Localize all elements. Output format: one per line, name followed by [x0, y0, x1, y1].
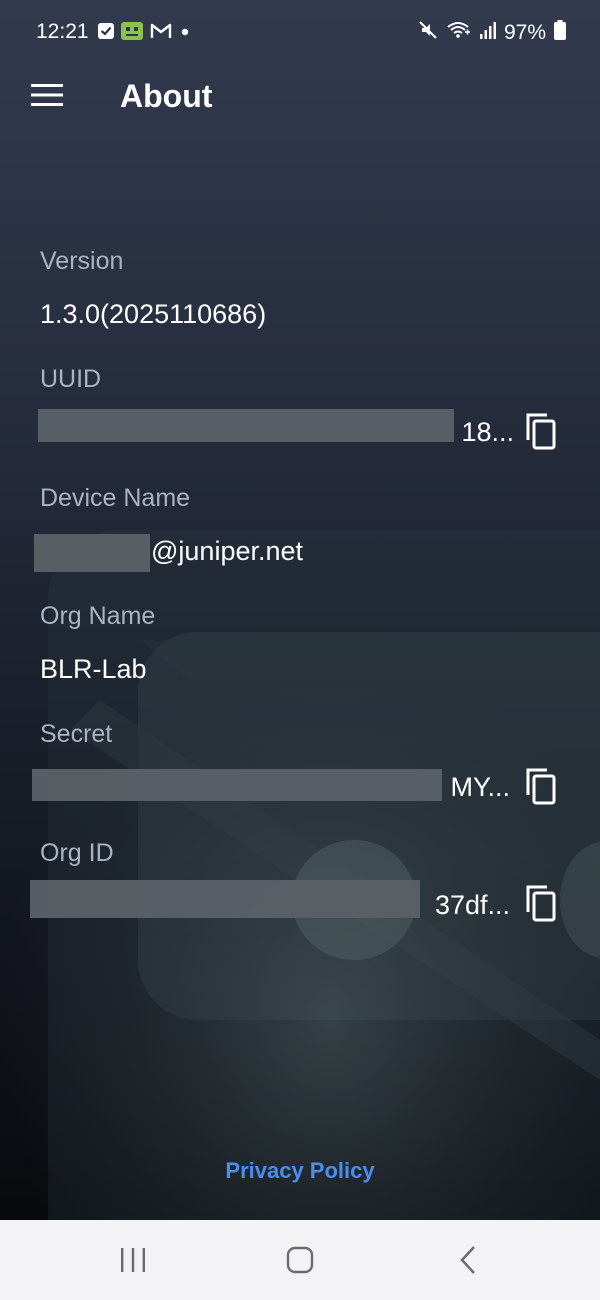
version-label: Version — [40, 247, 124, 275]
device-name-label: Device Name — [40, 484, 191, 512]
signal-icon — [479, 21, 496, 45]
redaction-block — [30, 880, 420, 918]
back-button[interactable] — [438, 1240, 498, 1284]
system-status: 97% — [418, 20, 566, 46]
copy-icon — [523, 884, 557, 927]
copy-icon — [523, 767, 557, 810]
status-time: 12:21 — [36, 20, 89, 43]
recent-apps-button[interactable] — [103, 1240, 163, 1284]
back-icon — [458, 1245, 478, 1280]
battery-icon — [554, 20, 566, 46]
check-task-icon — [98, 23, 114, 44]
chat-bot-icon — [121, 22, 143, 45]
home-button[interactable] — [270, 1240, 330, 1284]
org-id-label: Org ID — [40, 839, 114, 867]
copy-uuid-button[interactable] — [520, 412, 560, 454]
mute-icon — [418, 20, 438, 46]
copy-secret-button[interactable] — [520, 767, 560, 809]
menu-button[interactable] — [24, 78, 70, 116]
secret-label: Secret — [40, 720, 113, 748]
notification-icons — [98, 22, 191, 45]
copy-org-id-button[interactable] — [520, 884, 560, 926]
battery-percent: 97% — [503, 21, 546, 44]
uuid-label: UUID — [40, 365, 102, 393]
recent-apps-icon — [119, 1247, 147, 1278]
wifi-calling-icon — [446, 20, 472, 46]
status-bar: 12:21 97% — [0, 0, 600, 64]
app-bar: About — [0, 64, 600, 132]
redaction-block — [38, 409, 454, 442]
privacy-policy-link[interactable]: Privacy Policy — [0, 1158, 600, 1184]
redaction-block — [34, 534, 150, 572]
dot-icon — [179, 25, 191, 43]
background-artwork — [0, 530, 600, 1290]
gmail-icon — [150, 23, 172, 44]
redaction-block — [32, 769, 442, 801]
org-name-value: BLR-Lab — [40, 654, 147, 684]
page-title: About — [120, 78, 213, 114]
navigation-bar — [0, 1220, 600, 1300]
copy-icon — [523, 412, 557, 455]
hamburger-menu-icon — [31, 83, 63, 112]
device-name-value: @juniper.net — [151, 536, 304, 566]
version-value: 1.3.0(2025110686) — [40, 299, 267, 329]
home-icon — [285, 1245, 315, 1280]
org-name-label: Org Name — [40, 602, 156, 630]
